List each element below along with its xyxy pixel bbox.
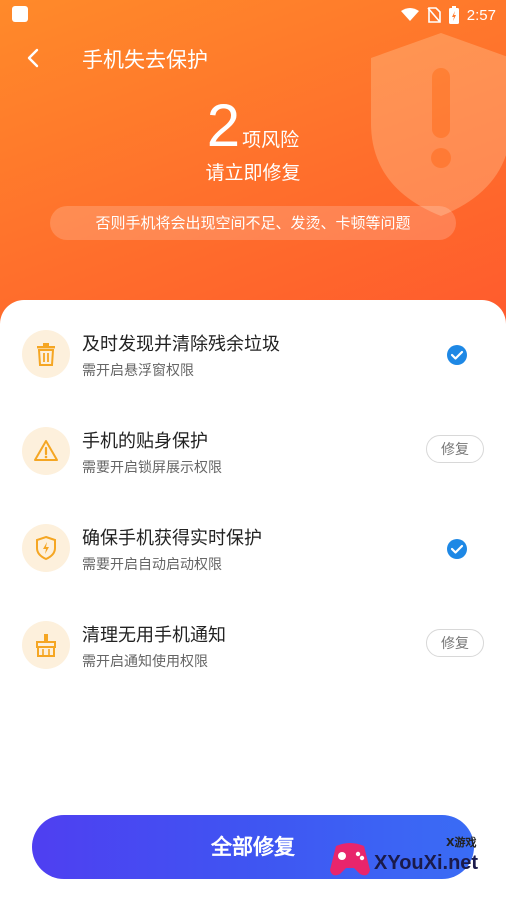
risk-subtitle: 请立即修复: [205, 162, 301, 184]
list-item[interactable]: 确保手机获得实时保护 需要开启自动启动权限: [0, 524, 506, 620]
watermark: X游戏 XYouXi.net: [328, 834, 498, 886]
fix-button[interactable]: 修复: [426, 629, 484, 657]
nav-bar: 手机失去保护: [0, 40, 506, 76]
no-sim-icon: [427, 7, 441, 23]
warning-message: 否则手机将会出现空间不足、发烫、卡顿等问题: [50, 206, 456, 240]
item-title: 确保手机获得实时保护: [82, 528, 262, 549]
permission-list-card: 及时发现并清除残余垃圾 需开启悬浮窗权限 手机的贴身保护 需要开启锁屏展示权限 …: [0, 300, 506, 900]
list-item[interactable]: 清理无用手机通知 需开启通知使用权限 修复: [0, 621, 506, 717]
item-desc: 需开启悬浮窗权限: [82, 363, 194, 379]
notification-icon: [12, 6, 28, 22]
warning-icon: [34, 440, 58, 461]
item-title: 清理无用手机通知: [82, 625, 226, 646]
header-banner: 2:57 手机失去保护 2 项风险 请立即修复 否则手机将会出现空间不足、发烫、卡…: [0, 0, 506, 330]
item-desc: 需要开启自动启动权限: [82, 557, 222, 573]
item-title: 手机的贴身保护: [82, 431, 208, 452]
list-item[interactable]: 手机的贴身保护 需要开启锁屏展示权限 修复: [0, 427, 506, 523]
watermark-small-text: X游戏: [446, 836, 477, 849]
status-time: 2:57: [466, 6, 496, 24]
risk-summary: 2 项风险: [0, 96, 506, 156]
battery-icon: [448, 6, 459, 24]
status-bar: 2:57: [0, 0, 506, 30]
back-arrow-icon[interactable]: [24, 48, 44, 68]
list-item[interactable]: 及时发现并清除残余垃圾 需开启悬浮窗权限: [0, 330, 506, 426]
item-desc: 需开启通知使用权限: [82, 654, 208, 670]
item-desc: 需要开启锁屏展示权限: [82, 460, 222, 476]
fix-button[interactable]: 修复: [426, 435, 484, 463]
page-title: 手机失去保护: [82, 48, 208, 72]
trash-icon: [37, 343, 55, 366]
broom-icon: [36, 634, 56, 657]
check-circle-icon: [447, 539, 467, 559]
wifi-icon: [400, 8, 419, 21]
risk-count: 2: [206, 92, 241, 159]
item-title: 及时发现并清除残余垃圾: [82, 334, 280, 355]
watermark-text: XYouXi.net: [374, 852, 479, 874]
gamepad-logo-icon: [330, 843, 370, 876]
check-circle-icon: [447, 345, 467, 365]
risk-label: 项风险: [242, 129, 300, 151]
shield-bolt-icon: [36, 535, 56, 561]
